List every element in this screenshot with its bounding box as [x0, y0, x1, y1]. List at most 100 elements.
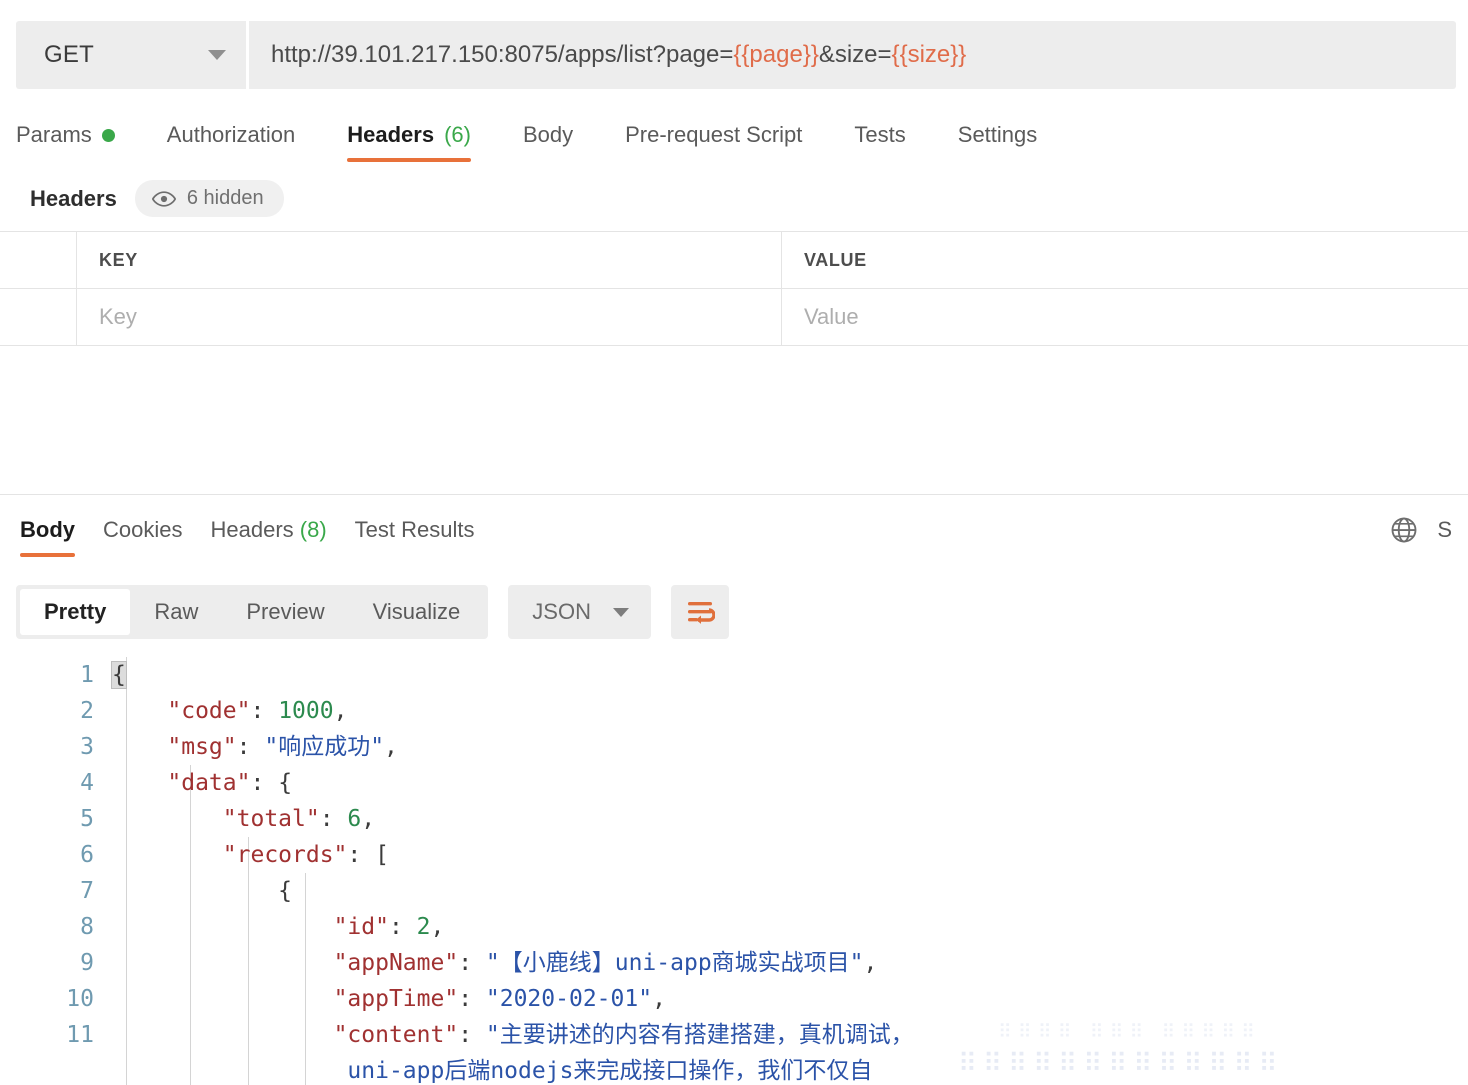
- code-line: uni-app后端nodejs来完成接口操作，我们不仅自: [0, 1053, 1468, 1085]
- tab-settings-label: Settings: [957, 122, 1038, 147]
- code-line-text: "content": "主要讲述的内容有搭建搭建，真机调试，: [112, 1017, 914, 1053]
- code-line-text: uni-app后端nodejs来完成接口操作，我们不仅自: [112, 1053, 872, 1085]
- code-token: ,: [333, 698, 348, 724]
- code-token: uni-app后端nodejs来完成接口操作，我们不仅自: [112, 1058, 873, 1084]
- code-line-number: 1: [80, 662, 94, 688]
- url-variable-page: {{page}}: [733, 41, 819, 68]
- code-token: "content": [333, 1022, 459, 1048]
- pane-divider[interactable]: [0, 494, 1468, 495]
- tab-settings[interactable]: Settings: [958, 122, 1038, 162]
- chevron-down-icon: [208, 50, 226, 60]
- http-method-label: GET: [44, 41, 94, 68]
- code-token: "data": [167, 770, 251, 796]
- code-token: :: [236, 734, 265, 760]
- word-wrap-icon: [687, 602, 715, 624]
- response-tab-headers[interactable]: Headers (8): [210, 517, 326, 557]
- code-token: "code": [167, 698, 251, 724]
- code-token: ,: [863, 950, 878, 976]
- code-line-text: "id": 2,: [112, 909, 445, 945]
- header-value-placeholder: Value: [804, 304, 859, 329]
- code-token: :: [458, 950, 486, 976]
- code-token: [: [375, 842, 389, 868]
- format-tab-group: Pretty Raw Preview Visualize: [16, 585, 489, 639]
- code-cursor: {: [111, 661, 127, 689]
- code-token: "total": [222, 806, 320, 832]
- code-token: 1000: [278, 698, 334, 724]
- code-line-number: 11: [66, 1022, 94, 1048]
- hidden-headers-toggle[interactable]: 6 hidden: [134, 180, 284, 217]
- code-line-text: "appTime": "2020-02-01",: [112, 981, 666, 1017]
- response-tab-cookies[interactable]: Cookies: [103, 517, 182, 557]
- response-body-code-viewer[interactable]: 1{2 "code": 1000, 3 "msg": "响应成功", 4 "data…: [0, 657, 1468, 1085]
- response-format-toolbar: Pretty Raw Preview Visualize JSON: [16, 585, 729, 639]
- http-method-select[interactable]: GET: [16, 21, 249, 89]
- code-lines-container: 1{2 "code": 1000, 3 "msg": "响应成功", 4 "data…: [0, 657, 1468, 1085]
- header-key-input[interactable]: Key: [77, 289, 782, 345]
- code-token: 6: [347, 806, 362, 832]
- code-line: 3 "msg": "响应成功",: [0, 729, 1468, 765]
- response-tab-cookies-label: Cookies: [103, 517, 183, 542]
- format-tab-visualize-label: Visualize: [372, 599, 461, 624]
- code-token: ,: [384, 734, 398, 760]
- code-line-text: {: [111, 657, 127, 693]
- format-tab-preview[interactable]: Preview: [222, 589, 348, 635]
- format-tab-raw-label: Raw: [154, 599, 199, 624]
- code-token: "records": [222, 842, 348, 868]
- column-header-value-label: VALUE: [804, 249, 867, 270]
- tab-body[interactable]: Body: [523, 122, 573, 162]
- row-checkbox-gutter[interactable]: [0, 289, 77, 345]
- code-line: 8 "id": 2,: [0, 909, 1468, 945]
- headers-section-header: Headers 6 hidden: [0, 162, 1468, 231]
- tab-authorization-label: Authorization: [166, 122, 296, 147]
- response-tab-test-results[interactable]: Test Results: [355, 517, 475, 557]
- format-tab-raw[interactable]: Raw: [130, 589, 222, 635]
- code-token: :: [458, 986, 486, 1012]
- tab-headers[interactable]: Headers (6): [347, 122, 471, 162]
- code-line-number: 9: [80, 950, 94, 976]
- header-value-input[interactable]: Value: [782, 289, 1468, 345]
- save-response-label[interactable]: S: [1437, 517, 1452, 543]
- code-token: :: [388, 914, 417, 940]
- code-line-text: "data": {: [112, 765, 292, 801]
- format-tab-pretty[interactable]: Pretty: [20, 589, 131, 635]
- column-header-key: KEY: [77, 232, 782, 288]
- code-token: "主要讲述的内容有搭建搭建，真机调试，: [485, 1022, 914, 1048]
- code-token: :: [458, 1022, 486, 1048]
- code-line-number: 10: [66, 986, 94, 1012]
- url-mid-text: &size=: [818, 41, 892, 68]
- code-token: :: [250, 770, 279, 796]
- format-tab-visualize[interactable]: Visualize: [349, 589, 485, 635]
- code-line-text: "total": 6,: [112, 801, 375, 837]
- code-token: {: [278, 770, 293, 796]
- table-row[interactable]: Key Value: [0, 289, 1468, 345]
- response-actions: S: [1389, 515, 1452, 557]
- code-line-number: 3: [80, 734, 94, 760]
- code-token: "appName": [333, 950, 459, 976]
- request-tab-bar: Params Authorization Headers (6) Body Pr…: [0, 112, 1468, 162]
- response-language-select[interactable]: JSON: [508, 585, 651, 639]
- tab-pre-request-script-label: Pre-request Script: [625, 122, 803, 147]
- code-token: "响应成功": [264, 734, 385, 760]
- code-token: "msg": [167, 734, 237, 760]
- tab-headers-count: (6): [444, 122, 471, 147]
- code-token: :: [319, 806, 348, 832]
- code-line-text: "msg": "响应成功",: [112, 729, 398, 765]
- response-language-value: JSON: [532, 599, 591, 624]
- response-tab-body[interactable]: Body: [20, 517, 75, 557]
- tab-authorization[interactable]: Authorization: [167, 122, 295, 162]
- tab-params[interactable]: Params: [16, 122, 115, 162]
- response-tab-headers-label: Headers: [210, 517, 294, 542]
- request-url-bar: GET http://39.101.217.150:8075/apps/list…: [16, 21, 1456, 89]
- url-input[interactable]: http://39.101.217.150:8075/apps/list?pag…: [249, 21, 1456, 89]
- word-wrap-button[interactable]: [670, 585, 729, 639]
- tab-pre-request-script[interactable]: Pre-request Script: [625, 122, 802, 162]
- tab-tests-label: Tests: [854, 122, 906, 147]
- globe-icon[interactable]: [1389, 515, 1419, 545]
- code-token: :: [250, 698, 279, 724]
- code-line-number: 5: [80, 806, 94, 832]
- code-token: {: [278, 878, 293, 904]
- tab-tests[interactable]: Tests: [854, 122, 905, 162]
